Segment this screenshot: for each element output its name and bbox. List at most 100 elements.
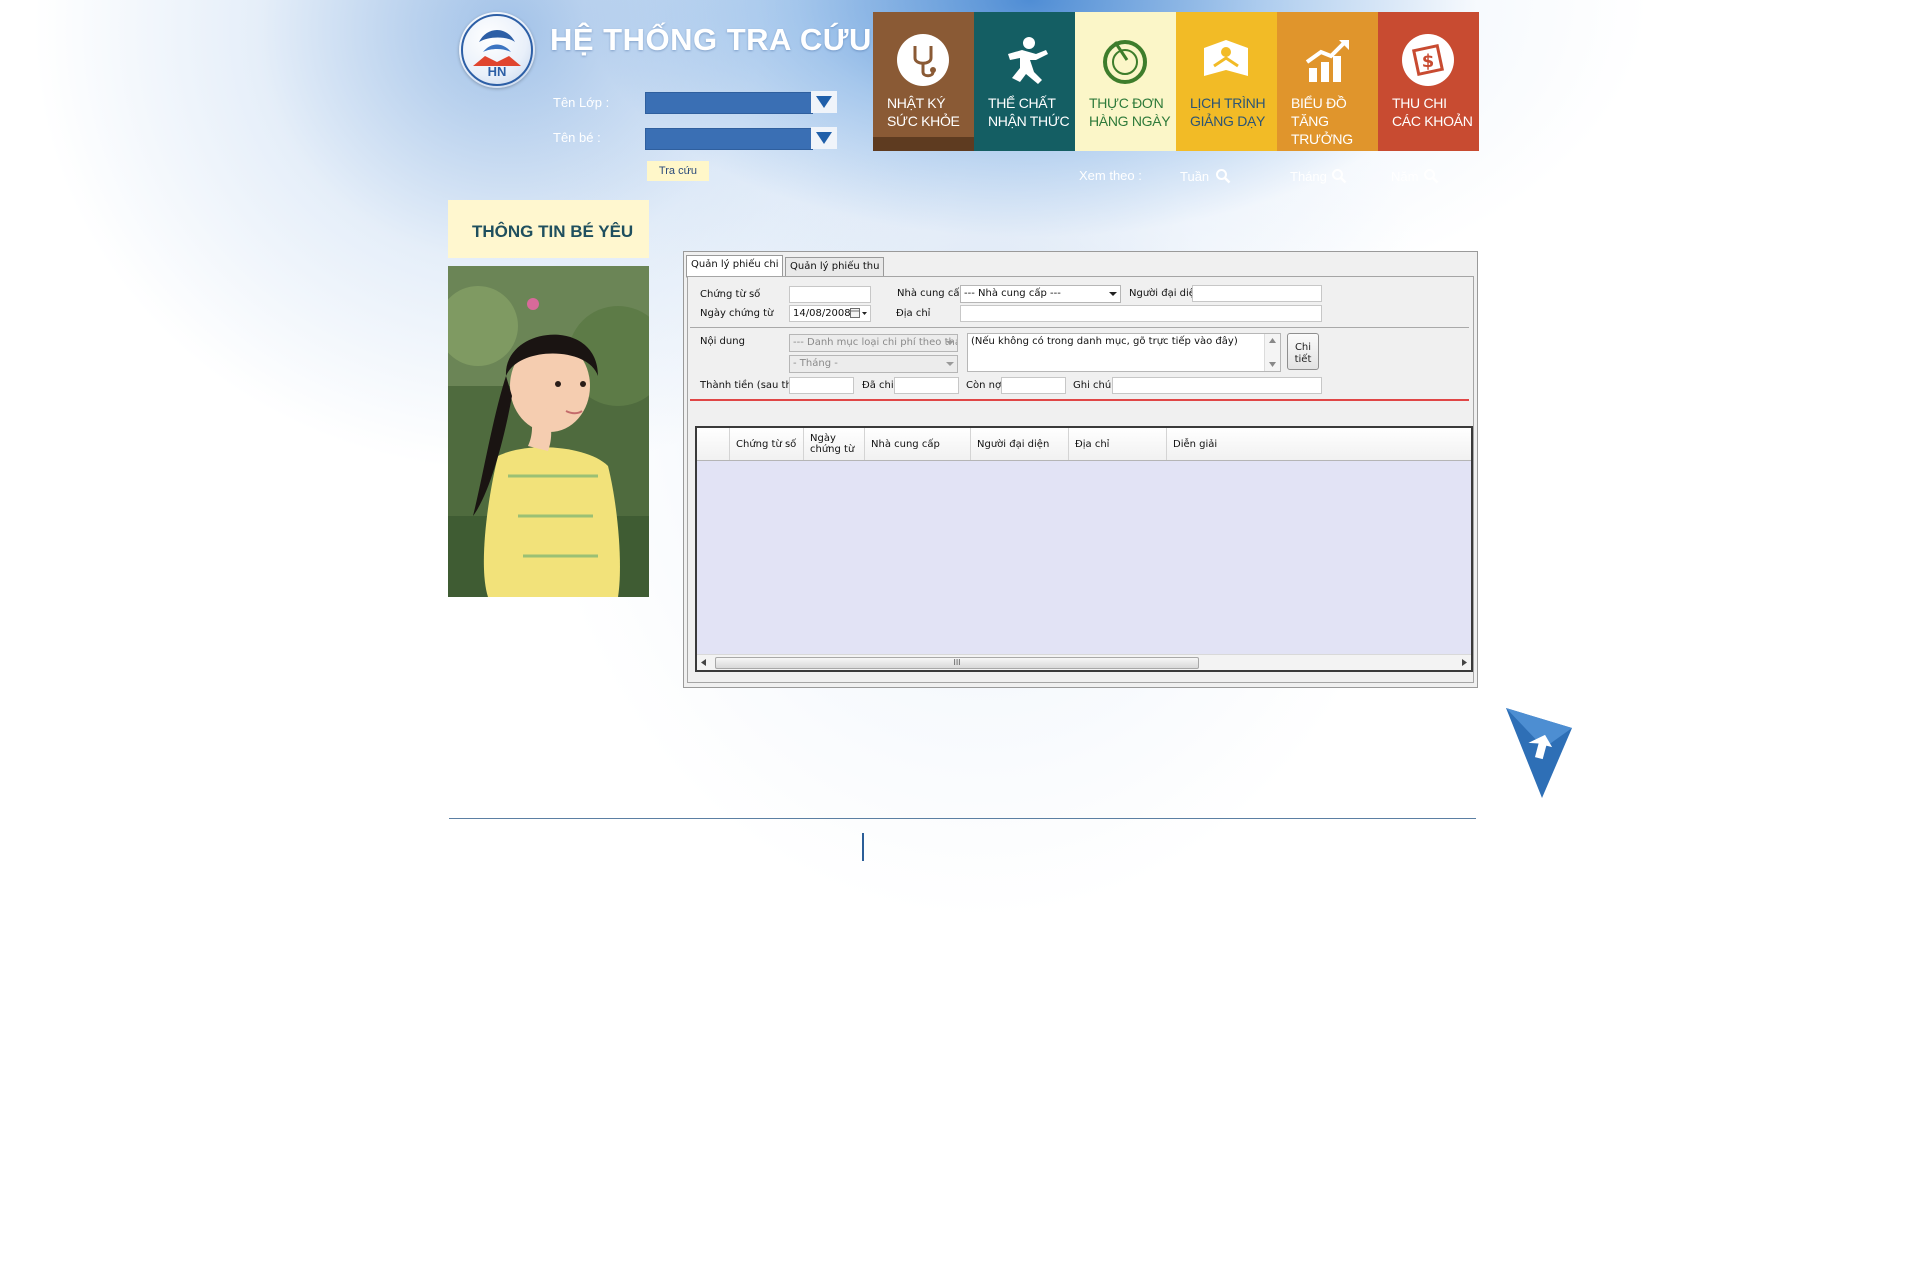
expense-category-value: --- Danh mục loại chi phí theo tháng --- bbox=[793, 337, 957, 348]
content-textarea[interactable]: (Nếu không có trong danh mục, gõ trực ti… bbox=[967, 333, 1281, 372]
nav-tile-health-diary[interactable]: NHẬT KÝ SỨC KHỎE bbox=[873, 12, 974, 151]
address-input[interactable] bbox=[960, 305, 1322, 322]
voucher-no-input[interactable] bbox=[789, 286, 871, 303]
tab-expense-vouchers[interactable]: Quản lý phiếu chi bbox=[686, 255, 784, 278]
view-by-label: Xem theo : bbox=[1079, 168, 1142, 183]
main-nav: NHẬT KÝ SỨC KHỎE THỂ CHẤT NHẬN THỨC THỰC… bbox=[873, 12, 1479, 151]
voucher-date-value: 14/08/2008 bbox=[793, 308, 851, 319]
search-icon bbox=[1424, 169, 1439, 184]
view-option-label: Năm bbox=[1391, 168, 1419, 184]
nav-tile-finance[interactable]: $ THU CHI CÁC KHOẢN bbox=[1378, 12, 1479, 151]
nav-tile-label: LỊCH TRÌNH GIẢNG DẠY bbox=[1190, 95, 1266, 129]
grid-col-voucher-date[interactable]: Ngày chứng từ bbox=[804, 428, 865, 460]
supplier-select-value: --- Nhà cung cấp --- bbox=[964, 288, 1061, 299]
nav-tile-growth[interactable]: BIỂU ĐỒ TĂNG TRƯỞNG bbox=[1277, 12, 1378, 151]
nav-tile-label: NHẬT KÝ SỨC KHỎE bbox=[887, 95, 960, 129]
running-person-icon bbox=[1008, 37, 1048, 84]
grid-col-supplier[interactable]: Nhà cung cấp bbox=[865, 428, 971, 460]
tab-panel: Chứng từ số Nhà cung cấp --- Nhà cung cấ… bbox=[687, 276, 1474, 683]
voucher-grid[interactable]: Chứng từ số Ngày chứng từ Nhà cung cấp N… bbox=[695, 426, 1473, 672]
child-select-arrow[interactable] bbox=[811, 127, 837, 149]
class-select-arrow[interactable] bbox=[811, 91, 837, 113]
teacher-book-icon bbox=[1204, 40, 1248, 76]
representative-input[interactable] bbox=[1192, 285, 1322, 302]
voucher-date-label: Ngày chứng từ bbox=[700, 308, 774, 319]
triangle-down-icon bbox=[816, 96, 832, 108]
tab-strip: Quản lý phiếu chi Quản lý phiếu thu bbox=[684, 252, 1477, 278]
nav-tile-schedule[interactable]: LỊCH TRÌNH GIẢNG DẠY bbox=[1176, 12, 1277, 151]
chevron-down-icon bbox=[946, 362, 954, 366]
scroll-left-icon[interactable] bbox=[701, 659, 706, 666]
school-logo: HN bbox=[459, 12, 535, 88]
child-select[interactable] bbox=[645, 128, 813, 150]
expense-window: Quản lý phiếu chi Quản lý phiếu thu Chứn… bbox=[683, 251, 1478, 688]
stethoscope-icon bbox=[897, 34, 949, 86]
divider bbox=[690, 327, 1469, 328]
svg-text:$: $ bbox=[1422, 51, 1435, 72]
grid-col-voucher-no[interactable]: Chứng từ số bbox=[730, 428, 804, 460]
note-input[interactable] bbox=[1112, 377, 1322, 394]
class-label: Tên Lớp : bbox=[553, 95, 610, 110]
paid-input[interactable] bbox=[894, 377, 959, 394]
view-week[interactable]: Tuần bbox=[1180, 168, 1231, 184]
textarea-scrollbar[interactable] bbox=[1264, 334, 1280, 371]
red-divider bbox=[690, 399, 1469, 401]
nav-tile-label: THỰC ĐƠN HÀNG NGÀY bbox=[1089, 95, 1171, 129]
svg-text:HN: HN bbox=[488, 64, 507, 79]
nav-tile-label: THỂ CHẤT NHẬN THỨC bbox=[988, 95, 1070, 129]
note-label: Ghi chú bbox=[1073, 380, 1112, 391]
child-label: Tên bé : bbox=[553, 130, 601, 145]
grid-col-address[interactable]: Địa chỉ bbox=[1069, 428, 1167, 460]
scroll-up-icon[interactable] bbox=[1269, 338, 1276, 343]
nav-tile-label: THU CHI CÁC KHOẢN bbox=[1392, 95, 1473, 129]
text-caret bbox=[862, 833, 864, 861]
chevron-down-icon bbox=[946, 341, 954, 345]
address-label: Địa chỉ bbox=[896, 308, 931, 319]
chevron-down-icon bbox=[1109, 292, 1117, 296]
footer-divider bbox=[449, 818, 1476, 819]
money-icon: $ bbox=[1402, 34, 1454, 86]
amount-input[interactable] bbox=[789, 377, 854, 394]
child-info-header: THÔNG TIN BÉ YÊU bbox=[448, 200, 649, 258]
tile-strip bbox=[873, 137, 974, 151]
app-title: HỆ THỐNG TRA CỨU bbox=[550, 22, 872, 57]
grid-col-representative[interactable]: Người đại diện bbox=[971, 428, 1069, 460]
expense-category-select[interactable]: --- Danh mục loại chi phí theo tháng --- bbox=[789, 334, 958, 352]
supplier-label: Nhà cung cấp bbox=[897, 288, 966, 299]
detail-button[interactable]: Chi tiết bbox=[1287, 333, 1319, 370]
scroll-right-icon[interactable] bbox=[1462, 659, 1467, 666]
scroll-down-icon[interactable] bbox=[1269, 362, 1276, 367]
month-select[interactable]: - Tháng - bbox=[789, 355, 958, 373]
nav-tile-physical[interactable]: THỂ CHẤT NHẬN THỨC bbox=[974, 12, 1075, 151]
grid-header: Chứng từ số Ngày chứng từ Nhà cung cấp N… bbox=[697, 428, 1471, 461]
child-photo bbox=[448, 266, 649, 597]
nav-tile-label: BIỂU ĐỒ TĂNG TRƯỞNG bbox=[1291, 95, 1353, 147]
view-option-label: Tuần bbox=[1180, 168, 1210, 184]
view-year[interactable]: Năm bbox=[1391, 168, 1439, 184]
search-icon bbox=[1216, 169, 1231, 184]
bowl-whisk-icon bbox=[1103, 40, 1147, 84]
grid-horizontal-scrollbar[interactable]: III bbox=[697, 654, 1471, 670]
scroll-thumb[interactable]: III bbox=[715, 657, 1199, 669]
content-hint: (Nếu không có trong danh mục, gõ trực ti… bbox=[971, 336, 1238, 347]
calendar-dropdown-icon[interactable] bbox=[850, 308, 868, 319]
growth-chart-icon bbox=[1305, 40, 1349, 82]
back-to-top-icon[interactable] bbox=[1506, 708, 1572, 798]
month-select-value: - Tháng - bbox=[793, 358, 838, 369]
debt-input[interactable] bbox=[1001, 377, 1066, 394]
nav-tile-menu[interactable]: THỰC ĐƠN HÀNG NGÀY bbox=[1075, 12, 1176, 151]
child-info-title: THÔNG TIN BÉ YÊU bbox=[472, 222, 634, 241]
tab-income-vouchers[interactable]: Quản lý phiếu thu bbox=[785, 257, 885, 278]
content-label: Nội dung bbox=[700, 336, 745, 347]
triangle-down-icon bbox=[816, 132, 832, 144]
view-option-label: Tháng bbox=[1290, 168, 1327, 184]
search-button[interactable]: Tra cứu bbox=[647, 161, 709, 181]
representative-label: Người đại diện bbox=[1129, 288, 1202, 299]
debt-label: Còn nợ bbox=[966, 380, 1002, 391]
view-month[interactable]: Tháng bbox=[1290, 168, 1347, 184]
class-select[interactable] bbox=[645, 92, 813, 114]
grid-col-description[interactable]: Diễn giải bbox=[1167, 428, 1471, 460]
supplier-select[interactable]: --- Nhà cung cấp --- bbox=[960, 285, 1121, 303]
voucher-no-label: Chứng từ số bbox=[700, 289, 761, 300]
grid-row-header-col bbox=[697, 428, 730, 460]
